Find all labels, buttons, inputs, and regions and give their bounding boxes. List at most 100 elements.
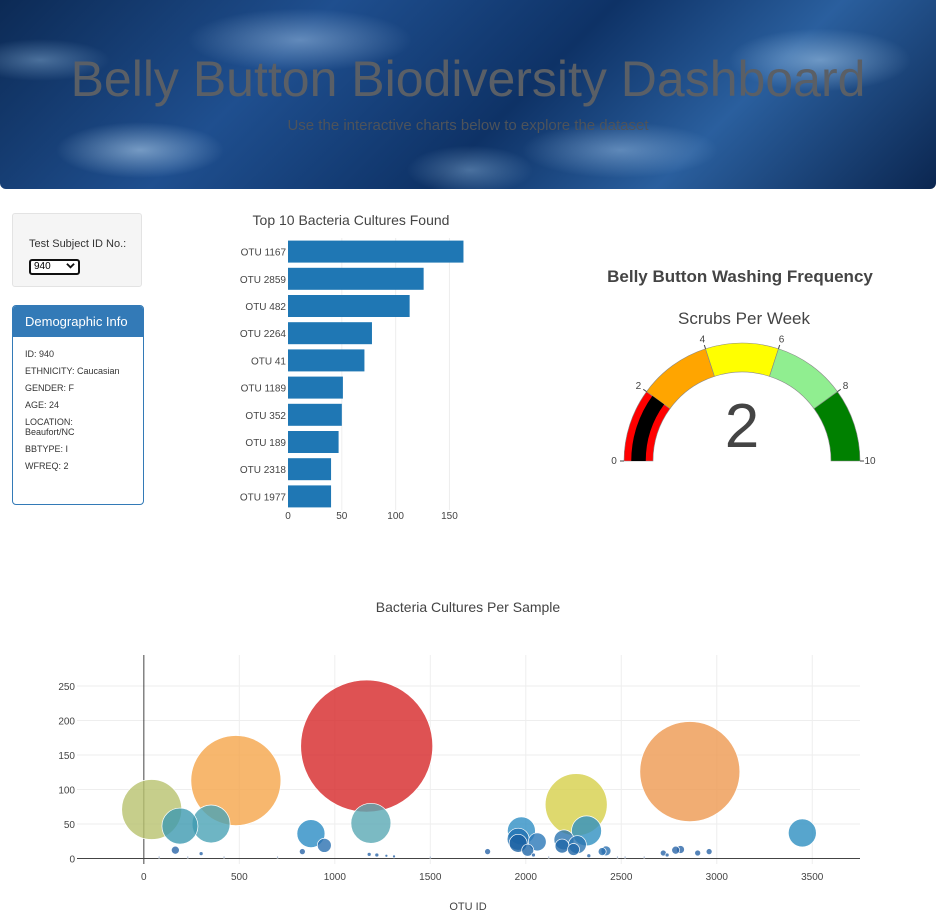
bubble-point [276, 855, 279, 859]
demographic-info-heading: Demographic Info [13, 306, 143, 337]
bar-chart-svg: Top 10 Bacteria Cultures Found 0 50 100 150 O… [240, 212, 464, 522]
bubble-point [586, 853, 592, 859]
demographic-info-body: ID: 940 ETHNICITY: Caucasian GENDER: F A… [13, 337, 143, 471]
bubble-point [161, 807, 199, 845]
bar [288, 240, 464, 263]
bar [288, 322, 372, 345]
demo-gender: GENDER: F [25, 383, 75, 393]
demo-bbtype: BBTYPE: I [25, 444, 69, 454]
page-title: Belly Button Biodiversity Dashboard [70, 51, 866, 107]
bubble-point [705, 848, 713, 855]
bubble-chart-title: Bacteria Cultures Per Sample [376, 599, 561, 615]
bubble-point [639, 721, 741, 822]
bubble-y-tick-label: 200 [58, 717, 75, 728]
bubble-x-tick-label: 1000 [324, 872, 347, 883]
gauge-tick-label: 6 [779, 334, 785, 345]
demo-ethnicity: ETHNICITY: Caucasian [25, 366, 120, 376]
bar-category-label: OTU 189 [245, 438, 286, 449]
bubble-point [623, 855, 627, 859]
demo-age: AGE: 24 [25, 400, 60, 410]
bar [288, 295, 410, 317]
gauge-tick-label: 8 [843, 381, 849, 392]
bar [288, 376, 343, 399]
demo-location: LOCATION: Beaufort/NC [25, 417, 75, 437]
bubble-point [671, 845, 681, 855]
bubble-point [616, 855, 619, 859]
bar-category-label: OTU 2318 [240, 465, 287, 476]
bubble-x-tick-label: 3500 [801, 872, 824, 883]
header-banner: Belly Button Biodiversity Dashboard Use … [0, 0, 936, 189]
bubble-point [428, 855, 432, 859]
gauge-tick [703, 344, 707, 349]
bar-category-label: OTU 352 [245, 411, 286, 422]
bubble-point [384, 853, 389, 858]
bubble-point [567, 843, 580, 856]
bubble-point [787, 818, 817, 848]
bubble-point [392, 854, 396, 859]
bar [288, 349, 365, 372]
bubble-y-tick-label: 100 [58, 786, 75, 797]
bar-category-label: OTU 41 [251, 356, 286, 367]
bubble-point [222, 855, 226, 859]
bubble-point [642, 855, 646, 859]
bar-category-label: OTU 2859 [240, 275, 287, 286]
bubble-point [694, 849, 702, 857]
gauge-chart-svg: Belly Button Washing Frequency Scrubs Per… [607, 267, 876, 467]
bubble-y-tick-label: 0 [69, 854, 75, 865]
bubble-point [350, 802, 392, 844]
bar [288, 267, 424, 290]
bubble-point [186, 855, 190, 859]
gauge-value-number: 2 [725, 392, 759, 461]
bubble-point [300, 679, 434, 813]
bubble-point [531, 852, 536, 858]
gauge-tick-label: 10 [864, 456, 876, 467]
bubble-point [299, 848, 306, 855]
bar [288, 485, 332, 508]
bubble-point [157, 855, 161, 859]
bar-x-tick-label: 50 [336, 511, 348, 522]
demo-id: ID: 940 [25, 349, 55, 359]
gauge-tick [777, 344, 781, 349]
bubble-x-tick-label: 2500 [610, 872, 633, 883]
bubble-point [366, 851, 372, 857]
bubble-x-tick-label: 1500 [419, 872, 442, 883]
bar-chart-title: Top 10 Bacteria Cultures Found [253, 212, 450, 228]
gauge-tick [643, 388, 647, 393]
bar [288, 458, 332, 481]
demo-wfreq: WFREQ: 2 [25, 461, 69, 471]
bubble-point [664, 852, 670, 858]
subject-selector-panel: Test Subject ID No.: 940 [12, 213, 142, 287]
bar [288, 431, 339, 453]
bubble-y-tick-label: 50 [64, 820, 76, 831]
gauge-subtitle: Scrubs Per Week [678, 309, 810, 328]
bubble-x-tick-label: 2000 [515, 872, 538, 883]
bar [288, 403, 342, 426]
bar-category-label: OTU 2264 [240, 329, 287, 340]
bubble-chart-svg: Bacteria Cultures Per Sample 0 50 100 150 200… [58, 599, 860, 913]
bubble-point [374, 852, 380, 858]
bubble-point [484, 848, 491, 855]
bubble-y-tick-label: 150 [58, 751, 75, 762]
gauge-tick-label: 4 [700, 334, 706, 345]
bubble-x-tick-label: 0 [141, 872, 147, 883]
subject-id-select[interactable]: 940 [29, 259, 80, 275]
subject-id-value: 940 [34, 261, 51, 272]
gauge-title: Belly Button Washing Frequency [607, 267, 873, 286]
bubble-point [198, 851, 204, 857]
bubble-x-tick-label: 3000 [706, 872, 729, 883]
bar-x-tick-label: 100 [387, 511, 404, 522]
bar-x-tick-label: 0 [285, 511, 291, 522]
bubble-chart: Bacteria Cultures Per Sample 0 50 100 150 200… [30, 590, 890, 913]
gauge-step-band [705, 342, 779, 377]
bubble-y-tick-label: 250 [58, 682, 75, 693]
bubble-x-axis-label: OTU ID [449, 901, 486, 910]
chevron-down-icon [66, 261, 75, 273]
bubble-point [554, 838, 570, 854]
bubble-point [171, 845, 180, 855]
bubble-point [316, 838, 332, 853]
demographic-info-panel: Demographic Info ID: 940 ETHNICITY: Cauc… [12, 305, 144, 505]
bar-x-tick-label: 150 [441, 511, 458, 522]
page-subtitle: Use the interactive charts below to expl… [287, 117, 649, 134]
bubble-point [597, 847, 607, 856]
bubble-x-tick-label: 500 [231, 872, 248, 883]
